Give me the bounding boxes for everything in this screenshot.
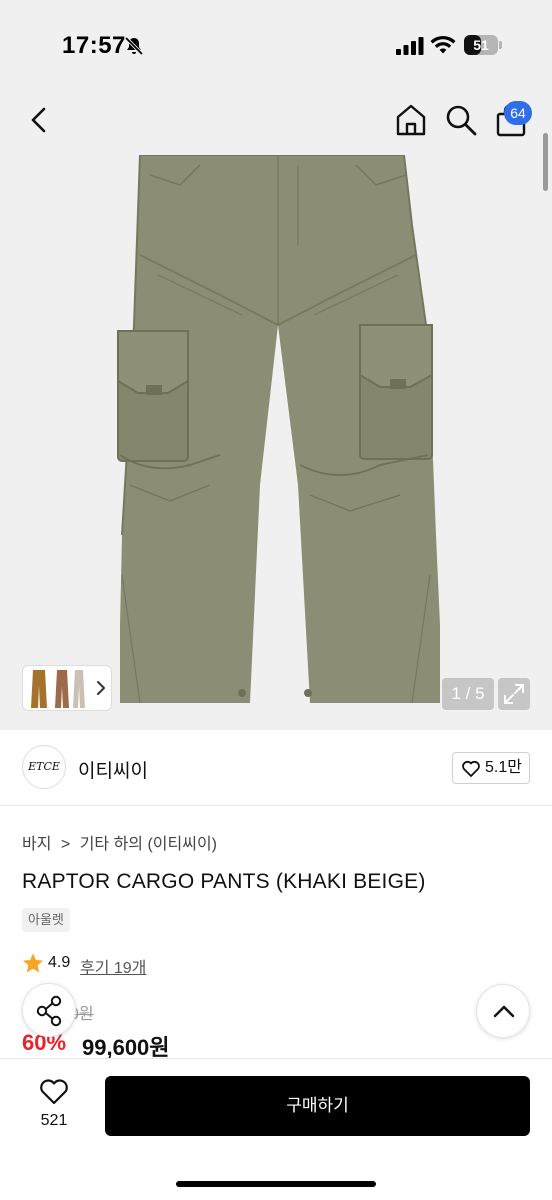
image-page-counter: 1 / 5 bbox=[442, 678, 494, 710]
breadcrumb-separator: > bbox=[60, 836, 71, 853]
share-icon bbox=[36, 995, 62, 1027]
breadcrumb: 바지 > 기타 하의 (이티씨이) bbox=[22, 830, 217, 854]
brand-like-button[interactable]: 5.1만 bbox=[452, 752, 530, 784]
battery-level: 51 bbox=[473, 37, 489, 53]
status-bar: 17:57 51 bbox=[0, 0, 552, 90]
heart-icon[interactable] bbox=[38, 1078, 70, 1106]
buy-button[interactable]: 구매하기 bbox=[105, 1076, 530, 1136]
chevron-up-icon bbox=[493, 1005, 515, 1018]
chevron-right-icon[interactable] bbox=[94, 679, 108, 697]
outlet-tag: 아울렛 bbox=[22, 908, 70, 932]
home-indicator bbox=[176, 1181, 376, 1187]
expand-button[interactable] bbox=[498, 678, 530, 710]
brand-name[interactable]: 이티씨이 bbox=[78, 756, 148, 783]
star-icon bbox=[23, 953, 43, 973]
bell-off-icon bbox=[124, 36, 144, 56]
signal-icon bbox=[396, 37, 424, 55]
expand-icon bbox=[504, 684, 524, 704]
battery-icon: 51 bbox=[464, 35, 502, 55]
home-icon[interactable] bbox=[394, 103, 428, 137]
search-icon[interactable] bbox=[444, 103, 478, 137]
breadcrumb-item-pants[interactable]: 바지 bbox=[22, 830, 51, 854]
review-link[interactable]: 후기 19개 bbox=[80, 954, 146, 978]
status-time: 17:57 bbox=[62, 32, 126, 59]
cart-count-badge: 64 bbox=[504, 101, 532, 125]
heart-icon bbox=[462, 760, 480, 777]
rating-value: 4.9 bbox=[48, 954, 71, 971]
product-title: RAPTOR CARGO PANTS (KHAKI BEIGE) bbox=[22, 870, 426, 893]
breadcrumb-item-other-bottoms[interactable]: 기타 하의 (이티씨이) bbox=[80, 830, 217, 854]
brand-like-count: 5.1만 bbox=[485, 759, 522, 776]
scroll-top-button[interactable] bbox=[476, 984, 530, 1038]
wifi-icon bbox=[430, 35, 456, 54]
wish-count: 521 bbox=[40, 1112, 68, 1129]
product-image[interactable] bbox=[110, 155, 446, 715]
brand-logo[interactable]: ETCE bbox=[22, 745, 66, 789]
share-button[interactable] bbox=[22, 983, 76, 1037]
scroll-indicator bbox=[543, 133, 548, 191]
back-icon[interactable] bbox=[24, 104, 56, 136]
